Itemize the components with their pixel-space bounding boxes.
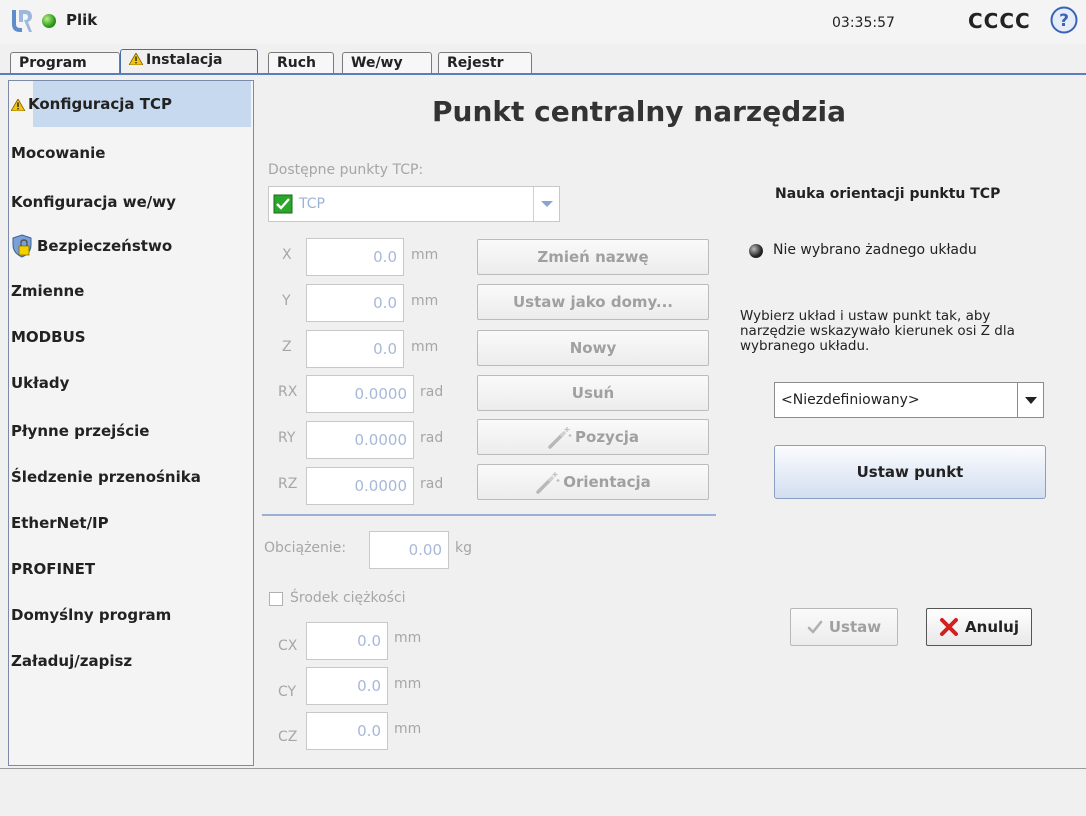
close-icon bbox=[940, 618, 959, 636]
cog-label-cy: CY bbox=[278, 684, 297, 700]
sidebar-item-profinet[interactable]: PROFINET bbox=[9, 549, 253, 589]
frame-select-value: <Niezdefiniowany> bbox=[781, 392, 920, 408]
header-bar: Plik 03:35:57 CCCC ? bbox=[0, 0, 1086, 44]
clock: 03:35:57 bbox=[832, 15, 895, 31]
delete-tcp-button[interactable]: Usuń bbox=[477, 375, 709, 411]
set-default-button[interactable]: Ustaw jako domy... bbox=[477, 284, 709, 320]
ur-logo-icon bbox=[12, 10, 32, 32]
payload-field[interactable]: 0.00 bbox=[369, 531, 449, 569]
tab-ruch[interactable]: Ruch bbox=[268, 52, 334, 74]
tcp-flag-icon bbox=[273, 194, 293, 214]
coord-unit: rad bbox=[420, 384, 444, 400]
teach-position-button[interactable]: Pozycja bbox=[477, 419, 709, 455]
cog-label-cz: CZ bbox=[278, 729, 298, 745]
coord-label-ry: RY bbox=[278, 430, 296, 446]
chevron-down-icon bbox=[541, 201, 553, 207]
tcp-dropdown-value: TCP bbox=[299, 196, 325, 212]
teach-orientation-button[interactable]: Orientacja bbox=[477, 464, 709, 500]
magic-wand-icon bbox=[536, 472, 560, 494]
cog-cx-field[interactable]: 0.0 bbox=[306, 622, 388, 660]
safety-shield-icon bbox=[12, 234, 32, 258]
sidebar-item-ethernet-ip[interactable]: EtherNet/IP bbox=[9, 503, 253, 543]
sidebar-item-mocowanie[interactable]: Mocowanie bbox=[9, 133, 253, 173]
coord-label-z: Z bbox=[282, 339, 292, 355]
tcp-z-field[interactable]: 0.0 bbox=[306, 330, 404, 368]
tab-instalacja[interactable]: Instalacja bbox=[120, 49, 258, 75]
payload-label: Obciążenie: bbox=[264, 540, 347, 556]
tab-program[interactable]: Program bbox=[10, 52, 120, 74]
ok-button[interactable]: Ustaw bbox=[790, 608, 898, 646]
tab-bar: Program Instalacja Ruch We/wy Rejestr bbox=[0, 44, 1086, 75]
installation-sidebar: Konfiguracja TCP Mocowanie Konfiguracja … bbox=[8, 80, 254, 766]
instructions-text: Wybierz układ i ustaw punkt tak, aby nar… bbox=[740, 308, 1015, 354]
frame-radio[interactable] bbox=[749, 244, 763, 258]
coord-label-rx: RX bbox=[278, 384, 298, 400]
sidebar-item-safety[interactable]: Bezpieczeństwo bbox=[9, 226, 253, 266]
coord-label-x: X bbox=[282, 247, 292, 263]
tcp-rx-field[interactable]: 0.0000 bbox=[306, 375, 414, 413]
frame-radio-label: Nie wybrano żadnego układu bbox=[773, 242, 977, 258]
frame-select[interactable]: <Niezdefiniowany> bbox=[774, 382, 1044, 418]
tab-baseline bbox=[0, 73, 1086, 75]
sidebar-item-features[interactable]: Układy bbox=[9, 363, 253, 403]
robot-name: CCCC bbox=[968, 9, 1031, 33]
tab-we-wy[interactable]: We/wy bbox=[342, 52, 432, 74]
sidebar-item-conveyor-tracking[interactable]: Śledzenie przenośnika bbox=[9, 457, 253, 497]
cog-cz-field[interactable]: 0.0 bbox=[306, 712, 388, 750]
robot-status-icon bbox=[42, 14, 56, 28]
rename-button[interactable]: Zmień nazwę bbox=[477, 239, 709, 275]
coord-unit: mm bbox=[394, 721, 422, 737]
tcp-list-label: Dostępne punkty TCP: bbox=[268, 162, 424, 178]
coord-label-rz: RZ bbox=[278, 476, 298, 492]
checkmark-icon bbox=[807, 620, 823, 634]
sidebar-item-tcp[interactable]: Konfiguracja TCP bbox=[9, 81, 253, 127]
page-title: Punkt centralny narzędzia bbox=[432, 95, 847, 128]
coord-unit: mm bbox=[411, 339, 439, 355]
sidebar-item-variables[interactable]: Zmienne bbox=[9, 271, 253, 311]
coord-unit: rad bbox=[420, 430, 444, 446]
warning-icon bbox=[11, 99, 25, 111]
tcp-dropdown[interactable]: TCP bbox=[268, 186, 560, 222]
chevron-down-icon bbox=[1025, 397, 1037, 404]
coord-label-y: Y bbox=[282, 293, 291, 309]
coord-unit: mm bbox=[411, 247, 439, 263]
tcp-y-field[interactable]: 0.0 bbox=[306, 284, 404, 322]
coord-unit: mm bbox=[394, 630, 422, 646]
set-point-button[interactable]: Ustaw punkt bbox=[774, 445, 1046, 499]
tcp-ry-field[interactable]: 0.0000 bbox=[306, 421, 414, 459]
tcp-x-field[interactable]: 0.0 bbox=[306, 238, 404, 276]
svg-text:?: ? bbox=[1059, 11, 1069, 31]
help-icon[interactable]: ? bbox=[1050, 6, 1078, 34]
sidebar-item-smooth-transition[interactable]: Płynne przejście bbox=[9, 411, 253, 451]
sidebar-item-default-program[interactable]: Domyślny program bbox=[9, 595, 253, 635]
magic-wand-icon bbox=[548, 427, 572, 449]
center-of-gravity-label: Środek ciężkości bbox=[290, 590, 406, 606]
orientation-teach-title: Nauka orientacji punktu TCP bbox=[775, 186, 1001, 202]
new-tcp-button[interactable]: Nowy bbox=[477, 330, 709, 366]
sidebar-item-label: Konfiguracja TCP bbox=[28, 95, 173, 113]
cog-cy-field[interactable]: 0.0 bbox=[306, 667, 388, 705]
payload-unit: kg bbox=[455, 540, 472, 556]
file-menu[interactable]: Plik bbox=[66, 11, 97, 29]
warning-icon bbox=[129, 53, 143, 65]
tcp-rz-field[interactable]: 0.0000 bbox=[306, 467, 414, 505]
cancel-button[interactable]: Anuluj bbox=[926, 608, 1032, 646]
tab-rejestr[interactable]: Rejestr bbox=[438, 52, 532, 74]
cog-label-cx: CX bbox=[278, 638, 298, 654]
sidebar-item-modbus[interactable]: MODBUS bbox=[9, 317, 253, 357]
coord-unit: mm bbox=[411, 293, 439, 309]
sidebar-item-io-config[interactable]: Konfiguracja we/wy bbox=[9, 182, 253, 222]
center-of-gravity-checkbox[interactable] bbox=[269, 592, 283, 606]
section-divider bbox=[262, 514, 716, 516]
coord-unit: mm bbox=[394, 676, 422, 692]
sidebar-item-load-save[interactable]: Załaduj/zapisz bbox=[9, 641, 253, 681]
coord-unit: rad bbox=[420, 476, 444, 492]
footer-bar bbox=[0, 768, 1086, 816]
